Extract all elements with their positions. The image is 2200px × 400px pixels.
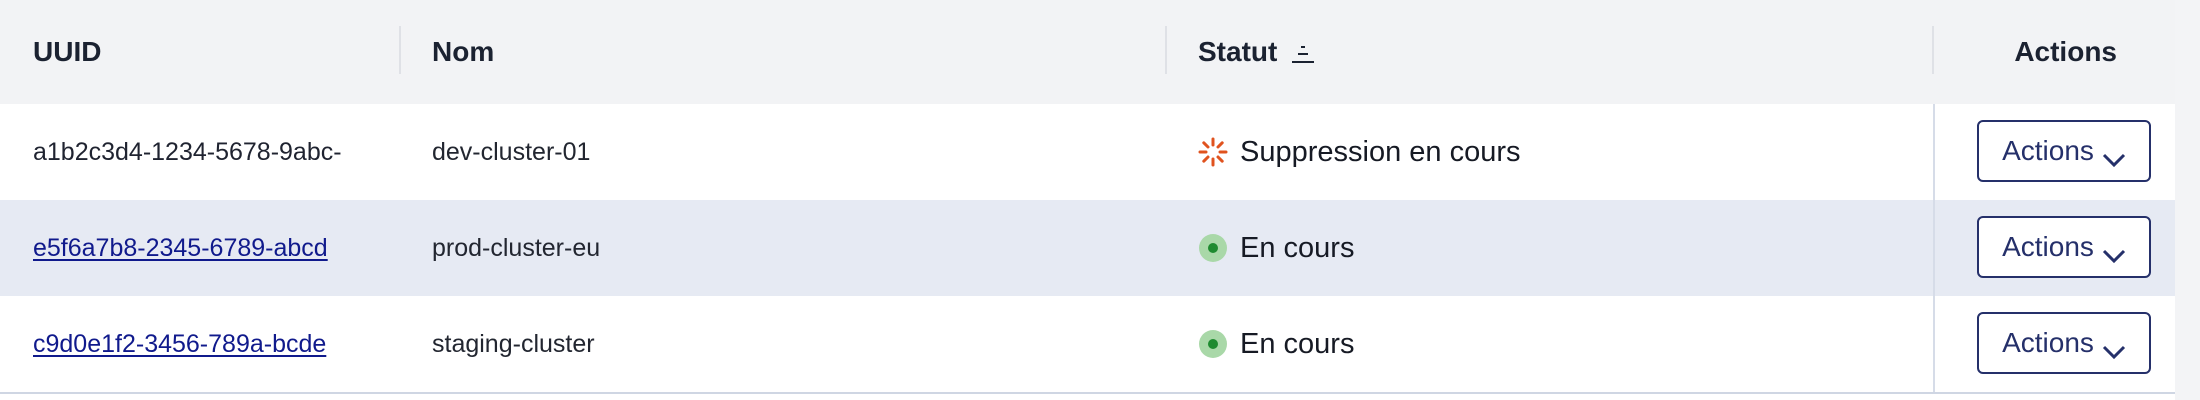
uuid-link[interactable]: e5f6a7b8-2345-6789-abcd — [33, 234, 328, 263]
clusters-table: UUID Nom Statut Actions a1b2c3d4-1234-56… — [0, 0, 2200, 400]
sort-icon[interactable] — [1289, 41, 1317, 63]
cluster-name: dev-cluster-01 — [432, 137, 591, 166]
table-bottom-border — [0, 392, 2175, 394]
chevron-down-icon — [2102, 335, 2126, 360]
chevron-down-icon — [2102, 239, 2126, 264]
actions-dropdown-button[interactable]: Actions — [1977, 312, 2151, 374]
spinner-icon — [1198, 137, 1228, 167]
chevron-down-icon — [2102, 143, 2126, 168]
status-cell: En cours — [1198, 200, 1354, 296]
status-text: Suppression en cours — [1240, 135, 1521, 168]
uuid-cell: a1b2c3d4-1234-5678-9abc- — [33, 104, 342, 200]
uuid-link[interactable]: c9d0e1f2-3456-789a-bcde — [33, 330, 326, 359]
status-cell: Suppression en cours — [1198, 104, 1521, 200]
uuid-text: a1b2c3d4-1234-5678-9abc- — [33, 137, 342, 166]
table-header: UUID Nom Statut Actions — [0, 0, 2175, 104]
running-dot-icon — [1198, 329, 1228, 359]
status-cell: En cours — [1198, 296, 1354, 392]
actions-dropdown-button[interactable]: Actions — [1977, 216, 2151, 278]
nom-cell: staging-cluster — [432, 296, 595, 392]
vertical-scrollbar[interactable] — [2175, 0, 2200, 400]
status-text: En cours — [1240, 327, 1355, 360]
table-row[interactable]: a1b2c3d4-1234-5678-9abc- dev-cluster-01 — [0, 104, 2175, 200]
uuid-cell: c9d0e1f2-3456-789a-bcde — [33, 296, 326, 392]
status-text: En cours — [1240, 231, 1355, 264]
column-header-statut-label: Statut — [1198, 36, 1278, 67]
table-row[interactable]: e5f6a7b8-2345-6789-abcd prod-cluster-eu … — [0, 200, 2175, 296]
actions-cell: Actions — [1933, 104, 2175, 200]
actions-button-label: Actions — [2002, 135, 2094, 166]
column-divider[interactable] — [399, 26, 401, 74]
column-divider[interactable] — [1165, 26, 1167, 74]
cluster-name: staging-cluster — [432, 329, 595, 358]
actions-button-label: Actions — [2002, 231, 2094, 262]
column-header-nom: Nom — [432, 0, 494, 104]
column-header-uuid: UUID — [33, 0, 101, 104]
column-header-actions: Actions — [1817, 0, 2117, 104]
actions-button-label: Actions — [2002, 327, 2094, 358]
column-header-statut[interactable]: Statut — [1198, 0, 1317, 104]
column-header-actions-label: Actions — [2014, 36, 2117, 67]
column-header-uuid-label: UUID — [33, 36, 102, 67]
uuid-cell: e5f6a7b8-2345-6789-abcd — [33, 200, 328, 296]
actions-cell: Actions — [1933, 200, 2175, 296]
nom-cell: dev-cluster-01 — [432, 104, 590, 200]
running-dot-icon — [1198, 233, 1228, 263]
actions-cell: Actions — [1933, 296, 2175, 392]
cluster-name: prod-cluster-eu — [432, 233, 601, 262]
nom-cell: prod-cluster-eu — [432, 200, 600, 296]
table-row[interactable]: c9d0e1f2-3456-789a-bcde staging-cluster … — [0, 296, 2175, 392]
actions-dropdown-button[interactable]: Actions — [1977, 120, 2151, 182]
column-header-nom-label: Nom — [432, 36, 495, 67]
